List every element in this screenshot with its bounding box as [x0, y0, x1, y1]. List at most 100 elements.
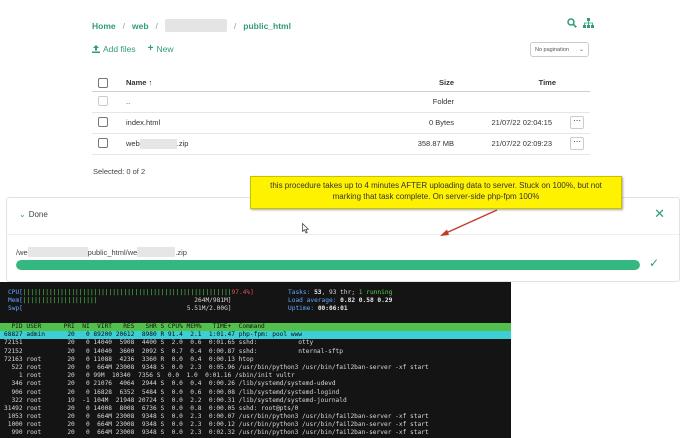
mem-meter-bar: |||||||||||||||||||| — [22, 297, 195, 305]
upload-progress-bar — [16, 260, 640, 270]
breadcrumb-separator: / — [155, 20, 158, 31]
new-button[interactable]: + New — [147, 43, 174, 55]
process-list: 68827 admin 20 0 89200 20612 8980 R 91.4… — [0, 331, 511, 437]
tasks-label: Tasks: — [288, 289, 315, 296]
file-name-suffix: .zip — [176, 139, 189, 148]
new-label: New — [156, 44, 174, 54]
name-column-header[interactable]: Name ↑ — [126, 78, 152, 87]
process-row[interactable]: 1000 root 20 0 664M 23008 9348 S 0.0 2.3… — [0, 421, 511, 429]
redacted-text — [27, 247, 88, 257]
cpu-meter-value: 97.4%] — [231, 289, 254, 296]
row-checkbox[interactable] — [98, 117, 108, 127]
process-row[interactable]: 31492 root 20 0 14008 8008 6736 S 0.0 0.… — [0, 405, 511, 413]
top-icons — [567, 18, 594, 28]
swp-meter-bar — [23, 305, 187, 312]
swp-meter: Swp[ 5.51M/2.00G] — [8, 305, 278, 313]
add-files-label: Add files — [103, 44, 136, 54]
process-row[interactable]: 990 root 20 0 664M 23008 9348 S 0.0 2.3 … — [0, 429, 511, 437]
process-row[interactable]: 906 root 20 0 16828 6352 5484 S 0.0 0.6 … — [0, 389, 511, 397]
row-menu-button[interactable]: ⋯ — [570, 137, 584, 150]
redacted-text — [139, 139, 177, 150]
load-label: Load average: — [288, 297, 341, 305]
breadcrumb: Home / web / / public_html — [92, 19, 291, 32]
running-count: 1 running — [358, 289, 393, 296]
process-row[interactable]: 1053 root 20 0 664M 23008 9348 S 0.0 2.3… — [0, 413, 511, 421]
file-size: 0 Bytes — [428, 118, 454, 127]
process-row[interactable]: 72163 root 20 0 11088 4236 3360 R 0.0 0.… — [0, 356, 511, 364]
cpu-meter: CPU[||||||||||||||||||||||||||||||||||||… — [8, 289, 278, 297]
breadcrumb-separator: / — [122, 20, 125, 31]
file-table: Name ↑ Size Time .. Folder index.html 0 … — [92, 75, 590, 155]
threads-text: , 93 thr; — [321, 289, 359, 296]
file-size: Folder — [432, 97, 454, 106]
plus-icon: + — [147, 43, 154, 54]
uptime-value: 00:06:01 — [317, 305, 348, 313]
process-row[interactable]: 68827 admin 20 0 89200 20612 8980 R 91.4… — [0, 331, 511, 340]
close-icon[interactable]: ✕ — [654, 206, 665, 222]
swp-meter-value: 5.51M/2.00G] — [186, 305, 232, 313]
time-column-header[interactable]: Time — [539, 78, 556, 87]
sort-up-icon: ↑ — [148, 78, 153, 87]
process-row[interactable]: 1 root 20 0 99M 10340 7356 S 0.0 1.0 0:0… — [0, 372, 511, 380]
uptime-label: Uptime: — [288, 305, 318, 313]
process-row[interactable]: 346 root 20 0 21076 4064 2944 S 0.0 0.4 … — [0, 380, 511, 388]
cpu-meter-label: CPU[ — [8, 289, 23, 296]
breadcrumb-web[interactable]: web — [132, 21, 149, 31]
chevron-down-icon: ⌄ — [578, 47, 584, 53]
redacted-folder — [164, 19, 227, 32]
search-icon[interactable] — [567, 18, 577, 28]
add-files-button[interactable]: Add files — [92, 44, 136, 54]
mem-meter: Mem[|||||||||||||||||||| 264M/981M] — [8, 297, 278, 305]
file-time: 21/07/22 02:04:15 — [491, 118, 552, 127]
progress-fill — [16, 260, 640, 270]
row-menu-button[interactable]: ⋯ — [570, 116, 584, 129]
size-column-header[interactable]: Size — [439, 78, 454, 87]
name-header-label: Name — [126, 78, 147, 87]
redacted-text — [137, 247, 176, 257]
mouse-cursor-icon — [302, 223, 310, 234]
table-row[interactable]: .. Folder — [92, 92, 590, 113]
select-all-checkbox[interactable] — [98, 78, 108, 88]
file-time: 21/07/22 02:09:23 — [491, 139, 552, 148]
breadcrumb-public-html[interactable]: public_html — [243, 21, 291, 31]
file-size: 358.87 MB — [417, 139, 454, 148]
path-suffix: .zip — [175, 247, 187, 257]
path-prefix: /we — [16, 247, 28, 257]
load-value: 0.82 0.58 0.29 — [340, 297, 393, 305]
selection-count: Selected: 0 of 2 — [93, 167, 146, 176]
row-checkbox[interactable] — [98, 138, 108, 148]
table-header: Name ↑ Size Time — [92, 75, 590, 92]
htop-stats: Tasks: 53, 93 thr; 1 running Load average… — [288, 289, 392, 314]
process-row[interactable]: 72151 20 0 14040 5908 4400 S 2.0 0.6 0:0… — [0, 339, 511, 347]
file-name[interactable]: index.html — [126, 118, 160, 127]
process-row[interactable]: 322 root 19 -1 104M 21948 20724 S 0.0 2.… — [0, 397, 511, 405]
breadcrumb-separator: / — [233, 20, 237, 31]
breadcrumb-home[interactable]: Home — [92, 21, 116, 31]
table-row[interactable]: web .zip 358.87 MB 21/07/22 02:09:23 ⋯ — [92, 134, 590, 155]
divider — [7, 234, 679, 235]
pagination-value: No pagination — [535, 46, 569, 53]
process-table-header[interactable]: PID USER PRI NI VIRT RES SHR S CPU% MEM%… — [0, 323, 511, 332]
file-name[interactable]: .. — [126, 97, 130, 106]
sitemap-icon[interactable] — [583, 18, 594, 28]
pagination-select[interactable]: No pagination ⌄ — [530, 42, 589, 57]
htop-meters: CPU[||||||||||||||||||||||||||||||||||||… — [8, 289, 278, 314]
row-checkbox — [98, 96, 108, 106]
uptime-line: Uptime: 00:06:01 — [288, 305, 392, 313]
upload-status-toggle[interactable]: ⌄ Done — [19, 210, 48, 219]
mem-meter-label: Mem[ — [8, 297, 23, 305]
upload-file-path: /we public_html/we .zip — [16, 247, 187, 257]
swp-meter-label: Swp[ — [8, 305, 23, 313]
file-actions: Add files + New — [92, 44, 173, 54]
path-middle: public_html/we — [87, 247, 138, 257]
table-row[interactable]: index.html 0 Bytes 21/07/22 02:04:15 ⋯ — [92, 113, 590, 134]
file-name[interactable]: web .zip — [126, 139, 189, 150]
upload-icon — [92, 45, 100, 53]
check-icon: ✓ — [649, 256, 660, 270]
chevron-down-icon: ⌄ — [19, 210, 26, 219]
tasks-value: 53 — [314, 289, 322, 296]
process-row[interactable]: 522 root 20 0 664M 23008 9348 S 0.0 2.3 … — [0, 364, 511, 372]
process-row[interactable]: 72152 20 0 14040 3600 2092 S 0.7 0.4 0:0… — [0, 348, 511, 356]
cpu-meter-bar: ||||||||||||||||||||||||||||||||||||||||… — [22, 289, 232, 296]
annotation-callout: this procedure takes up to 4 minutes AFT… — [250, 176, 622, 209]
